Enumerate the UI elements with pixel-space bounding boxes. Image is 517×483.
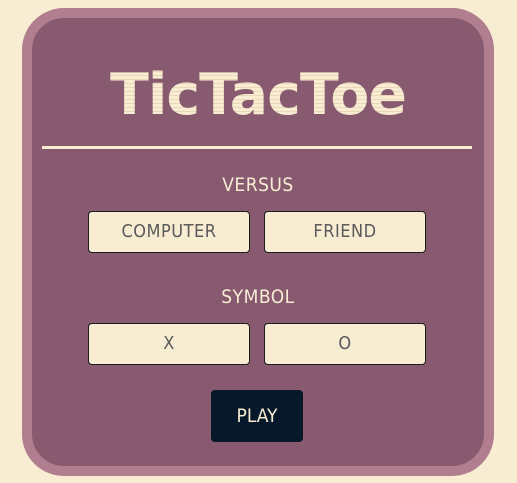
game-title: TicTacToe: [32, 60, 484, 130]
symbol-o-button[interactable]: O: [264, 323, 426, 365]
versus-label: VERSUS: [222, 174, 294, 196]
versus-friend-button[interactable]: FRIEND: [264, 211, 426, 253]
versus-computer-button[interactable]: COMPUTER: [88, 211, 250, 253]
title-divider: [42, 146, 472, 149]
symbol-x-button[interactable]: X: [88, 323, 250, 365]
symbol-label: SYMBOL: [221, 286, 295, 308]
play-button[interactable]: PLAY: [211, 390, 303, 442]
game-menu-card: TicTacToe VERSUS COMPUTER FRIEND SYMBOL …: [22, 8, 494, 476]
